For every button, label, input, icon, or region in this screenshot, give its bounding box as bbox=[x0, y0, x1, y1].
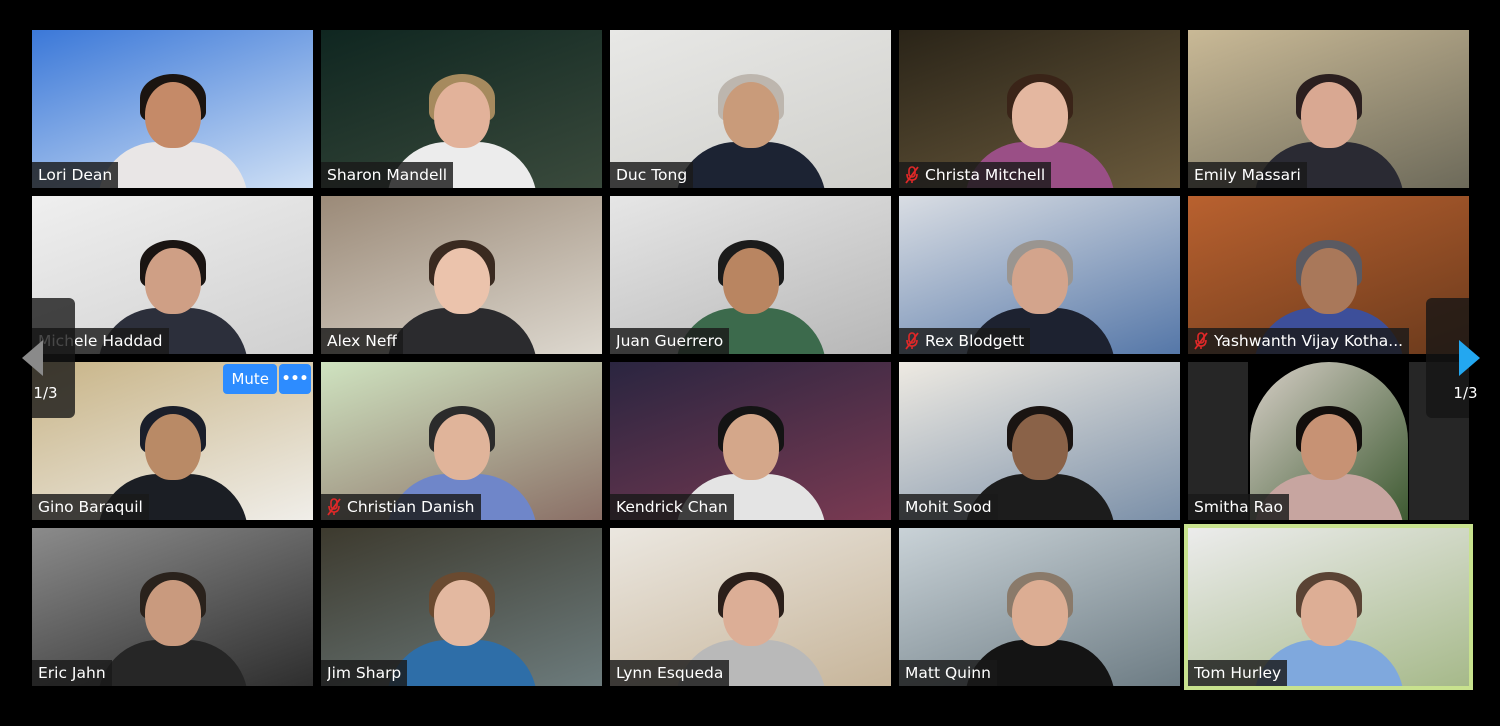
participant-name: Eric Jahn bbox=[38, 664, 106, 682]
participant-video bbox=[97, 562, 248, 686]
participant-name-label: Christa Mitchell bbox=[899, 162, 1052, 188]
participant-name-label: Tom Hurley bbox=[1188, 660, 1288, 686]
mic-muted-icon bbox=[1194, 332, 1208, 350]
page-indicator-left: 1/3 bbox=[33, 384, 58, 402]
participant-name: Christa Mitchell bbox=[925, 166, 1046, 184]
participant-tile[interactable]: Tom Hurley bbox=[1184, 524, 1473, 690]
participant-name-label: Rex Blodgett bbox=[899, 328, 1031, 354]
participant-name-label: Duc Tong bbox=[610, 162, 694, 188]
participant-video bbox=[386, 230, 537, 354]
participant-name-label: Kendrick Chan bbox=[610, 494, 734, 520]
participant-tile[interactable]: Matt Quinn bbox=[899, 528, 1180, 686]
participant-tile[interactable]: Mohit Sood bbox=[899, 362, 1180, 520]
participant-name: Yashwanth Vijay Kotha... bbox=[1214, 332, 1404, 350]
participant-video bbox=[675, 64, 826, 188]
mic-muted-icon bbox=[905, 166, 919, 184]
participant-name: Lynn Esqueda bbox=[616, 664, 724, 682]
participant-name: Kendrick Chan bbox=[616, 498, 728, 516]
participant-name-label: Eric Jahn bbox=[32, 660, 112, 686]
participant-video bbox=[97, 64, 248, 188]
participant-name: Matt Quinn bbox=[905, 664, 991, 682]
more-options-button[interactable]: ••• bbox=[279, 364, 311, 394]
participant-tile[interactable]: Jim Sharp bbox=[321, 528, 602, 686]
participant-tile[interactable]: Eric Jahn bbox=[32, 528, 313, 686]
participant-name-label: Christian Danish bbox=[321, 494, 481, 520]
participant-name: Gino Baraquil bbox=[38, 498, 143, 516]
participant-name: Juan Guerrero bbox=[616, 332, 724, 350]
participant-name-label: Mohit Sood bbox=[899, 494, 998, 520]
participant-name: Sharon Mandell bbox=[327, 166, 448, 184]
participant-tile[interactable]: Christian Danish bbox=[321, 362, 602, 520]
mute-participant-button[interactable]: Mute bbox=[223, 364, 277, 394]
previous-page-arrow-icon[interactable] bbox=[22, 340, 43, 376]
participant-name-label: Jim Sharp bbox=[321, 660, 408, 686]
participant-name: Alex Neff bbox=[327, 332, 398, 350]
mic-muted-icon bbox=[905, 332, 919, 350]
participant-tile[interactable]: Christa Mitchell bbox=[899, 30, 1180, 188]
participant-name-label: Lori Dean bbox=[32, 162, 119, 188]
participant-name-label: Gino Baraquil bbox=[32, 494, 149, 520]
participant-tile[interactable]: Juan Guerrero bbox=[610, 196, 891, 354]
participant-tile[interactable]: Lori Dean bbox=[32, 30, 313, 188]
participant-name: Smitha Rao bbox=[1194, 498, 1283, 516]
participant-name: Mohit Sood bbox=[905, 498, 992, 516]
participant-name-label: Alex Neff bbox=[321, 328, 404, 354]
participant-tile[interactable]: Lynn Esqueda bbox=[610, 528, 891, 686]
participant-name: Tom Hurley bbox=[1194, 664, 1282, 682]
participant-name-label: Emily Massari bbox=[1188, 162, 1307, 188]
participant-name-label: Smitha Rao bbox=[1188, 494, 1289, 520]
participant-name-label: Lynn Esqueda bbox=[610, 660, 730, 686]
participant-name: Emily Massari bbox=[1194, 166, 1301, 184]
participant-name: Jim Sharp bbox=[327, 664, 402, 682]
mic-muted-icon bbox=[327, 498, 341, 516]
page-indicator-right: 1/3 bbox=[1453, 384, 1478, 402]
participant-tile[interactable]: Emily Massari bbox=[1188, 30, 1469, 188]
gallery-grid: Lori Dean Sharon Mandell Duc Tong Christa M… bbox=[32, 30, 1473, 690]
participant-name-label: Juan Guerrero bbox=[610, 328, 730, 354]
participant-name: Duc Tong bbox=[616, 166, 688, 184]
next-page-arrow-icon[interactable] bbox=[1459, 340, 1480, 376]
participant-video bbox=[386, 562, 537, 686]
participant-name: Lori Dean bbox=[38, 166, 113, 184]
participant-tile[interactable]: Duc Tong bbox=[610, 30, 891, 188]
participant-name-label: Matt Quinn bbox=[899, 660, 997, 686]
participant-tile[interactable]: Rex Blodgett bbox=[899, 196, 1180, 354]
participant-name: Christian Danish bbox=[347, 498, 475, 516]
participant-tile[interactable]: Alex Neff bbox=[321, 196, 602, 354]
participant-name-label: Sharon Mandell bbox=[321, 162, 454, 188]
participant-name-label: Yashwanth Vijay Kotha... bbox=[1188, 328, 1410, 354]
participant-name: Rex Blodgett bbox=[925, 332, 1025, 350]
participant-tile[interactable]: Kendrick Chan bbox=[610, 362, 891, 520]
tile-hover-controls: Mute ••• bbox=[223, 364, 311, 394]
participant-tile[interactable]: Sharon Mandell bbox=[321, 30, 602, 188]
